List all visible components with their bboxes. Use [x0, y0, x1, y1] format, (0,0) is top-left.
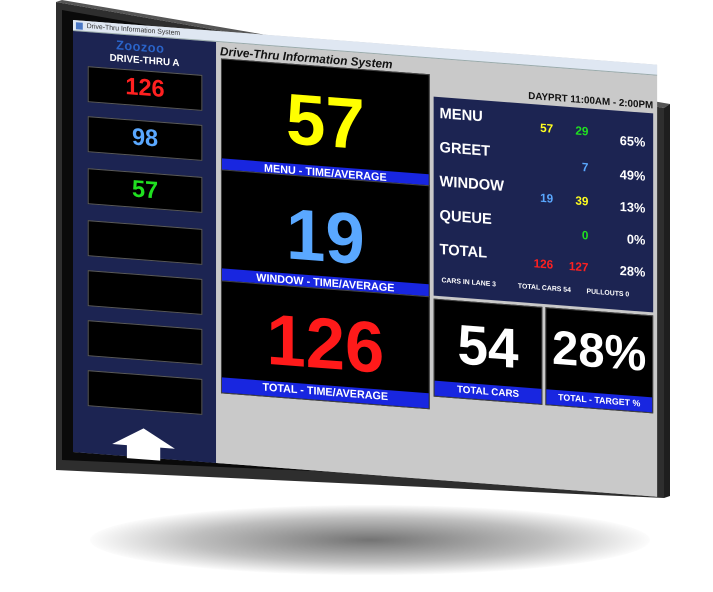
- menu-time-value: 57: [286, 79, 365, 166]
- pullouts-count: PULLOUTS 0: [586, 288, 630, 299]
- cars-in-lane: CARS IN LANE 3: [441, 277, 496, 289]
- target-panel: 28% TOTAL - TARGET %: [545, 307, 654, 414]
- lane-cell-3[interactable]: 57: [87, 168, 203, 213]
- sidebar: Zoozoo DRIVE-THRU A 126 98 57: [73, 31, 217, 463]
- stat-label-greet: GREET: [439, 139, 491, 160]
- stat-total-b: 127: [568, 258, 589, 275]
- lane-cell-value: 126: [125, 73, 165, 104]
- total-cars-panel: 54 TOTAL CARS: [433, 298, 543, 405]
- lane-cell-value: 57: [131, 175, 159, 205]
- stat-window-a: 19: [540, 190, 554, 206]
- stat-queue-b: 0: [581, 227, 589, 243]
- lane-cell-7[interactable]: [87, 370, 203, 415]
- window-time-panel: 19 WINDOW - TIME/AVERAGE: [220, 169, 430, 301]
- stat-label-queue: QUEUE: [439, 207, 492, 229]
- lane-cell-4[interactable]: [87, 220, 203, 265]
- stat-window-pct: 13%: [619, 198, 646, 216]
- stat-menu-b: 29: [575, 123, 589, 139]
- stat-label-menu: MENU: [439, 105, 483, 126]
- target-value: 28%: [552, 321, 647, 382]
- lane-cell-2[interactable]: 98: [87, 116, 203, 161]
- stat-total-pct: 28%: [619, 262, 646, 280]
- lane-cell-6[interactable]: [87, 320, 203, 365]
- total-time-panel: 126 TOTAL - TIME/AVERAGE: [220, 280, 430, 410]
- total-time-value: 126: [266, 299, 385, 389]
- stat-menu-a: 57: [540, 120, 554, 136]
- lane-cell-value: 98: [131, 123, 159, 153]
- stat-window-b: 39: [575, 193, 589, 209]
- total-cars-count: TOTAL CARS 54: [517, 283, 571, 295]
- app-window: Drive-Thru Information System Zoozoo DRI…: [73, 20, 658, 497]
- stat-greet-a: [524, 156, 553, 158]
- main-panel: Drive-Thru Information System DAYPRT 11:…: [216, 41, 658, 497]
- stat-menu-pct: 65%: [619, 132, 646, 150]
- screen: Drive-Thru Information System Zoozoo DRI…: [0, 0, 713, 592]
- lane-cell-5[interactable]: [87, 270, 203, 315]
- target-caption: TOTAL - TARGET %: [546, 389, 653, 413]
- stat-greet-pct: 49%: [619, 166, 646, 184]
- app-icon: [75, 22, 83, 30]
- stats-panel: MENU 57 29 65% GREET 7 49% WINDOW 19 39 …: [433, 96, 654, 313]
- stat-label-total: TOTAL: [439, 241, 488, 262]
- stat-greet-b: 7: [581, 159, 589, 175]
- stat-total-a: 126: [533, 256, 554, 272]
- stat-queue-pct: 0%: [626, 231, 646, 248]
- menu-time-panel: 57 MENU - TIME/AVERAGE: [220, 58, 430, 191]
- total-cars-value: 54: [457, 312, 519, 381]
- stat-label-window: WINDOW: [439, 173, 505, 195]
- total-cars-caption: TOTAL CARS: [434, 380, 542, 404]
- stat-queue-a: [524, 224, 553, 226]
- lane-cell-1[interactable]: 126: [87, 66, 203, 111]
